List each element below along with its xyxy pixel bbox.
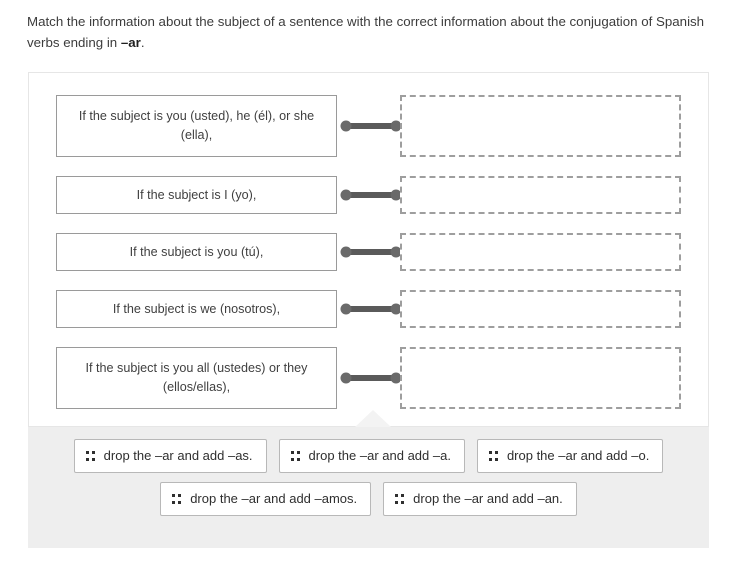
match-dropzone[interactable] <box>400 233 681 271</box>
drag-grip-icon <box>488 450 498 461</box>
draggable-option[interactable]: drop the –ar and add –as. <box>73 439 267 473</box>
match-dropzone[interactable] <box>400 290 681 328</box>
draggable-option-label: drop the –ar and add –an. <box>413 491 563 506</box>
option-tray: drop the –ar and add –as. drop the –ar a… <box>28 427 709 548</box>
match-prompt-box: If the subject is you (tú), <box>56 233 337 271</box>
match-prompt-label: If the subject is we (nosotros), <box>112 301 281 316</box>
match-prompt-box: If the subject is you all (ustedes) or t… <box>56 347 337 409</box>
link-connector-icon <box>340 120 402 132</box>
drag-grip-icon <box>172 493 182 504</box>
match-prompt-box: If the subject is we (nosotros), <box>56 290 337 328</box>
match-prompt-label: If the subject is you (tú), <box>129 244 264 259</box>
match-prompt-box: If the subject is I (yo), <box>56 176 337 214</box>
match-dropzone[interactable] <box>400 95 681 157</box>
prompt-text-after: . <box>140 35 145 50</box>
link-connector-icon <box>340 372 402 384</box>
link-connector-icon <box>340 303 402 315</box>
link-connector-icon <box>340 189 402 201</box>
page-title: Match the information about the subject … <box>27 11 707 53</box>
tray-pointer-triangle <box>355 410 391 427</box>
match-prompt-label: If the subject is you all (ustedes) or t… <box>85 361 308 394</box>
draggable-option[interactable]: drop the –ar and add –a. <box>278 439 465 473</box>
drag-grip-icon <box>395 493 405 504</box>
draggable-option-label: drop the –ar and add –amos. <box>190 491 358 506</box>
drag-grip-icon <box>85 450 95 461</box>
draggable-option[interactable]: drop the –ar and add –o. <box>476 439 664 473</box>
matching-panel: If the subject is you (usted), he (él), … <box>28 72 709 427</box>
draggable-option-label: drop the –ar and add –o. <box>506 448 650 463</box>
prompt-emphasis: –ar <box>120 35 141 50</box>
match-dropzone[interactable] <box>400 176 681 214</box>
draggable-option-label: drop the –ar and add –a. <box>308 448 451 463</box>
match-prompt-label: If the subject is I (yo), <box>136 187 257 202</box>
match-dropzone[interactable] <box>400 347 681 409</box>
match-prompt-box: If the subject is you (usted), he (él), … <box>56 95 337 157</box>
link-connector-icon <box>340 246 402 258</box>
draggable-option-label: drop the –ar and add –as. <box>103 448 253 463</box>
drag-grip-icon <box>290 450 300 461</box>
tray-row: drop the –ar and add –amos. drop the –ar… <box>28 482 709 516</box>
draggable-option[interactable]: drop the –ar and add –amos. <box>160 482 372 516</box>
draggable-option[interactable]: drop the –ar and add –an. <box>383 482 577 516</box>
tray-row: drop the –ar and add –as. drop the –ar a… <box>28 439 709 473</box>
match-prompt-label: If the subject is you (usted), he (él), … <box>78 109 315 142</box>
